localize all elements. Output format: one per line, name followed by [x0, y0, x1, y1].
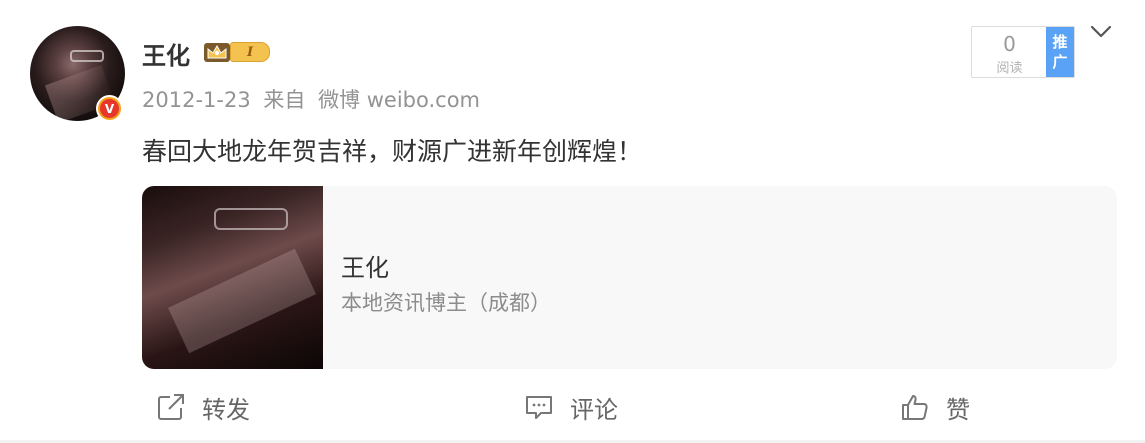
like-button[interactable]: 赞	[900, 384, 970, 430]
author-name[interactable]: 王化	[142, 36, 190, 71]
promote-button[interactable]: 推广	[1046, 27, 1074, 77]
like-label: 赞	[946, 395, 970, 424]
comment-label: 评论	[570, 395, 618, 424]
read-count: 0	[1003, 32, 1016, 56]
action-bar: 转发 评论 赞	[0, 384, 1145, 430]
forward-icon	[158, 394, 184, 420]
user-level-badge[interactable]: I	[230, 42, 270, 62]
post-date[interactable]: 2012-1-23	[142, 88, 251, 112]
thumbnail-shading	[167, 248, 317, 354]
verified-badge-label: V	[100, 99, 119, 118]
crown-icon	[204, 43, 230, 62]
comment-icon	[526, 396, 552, 419]
profile-card[interactable]: 王化 本地资讯博主（成都）	[142, 186, 1117, 369]
read-count-box[interactable]: 0 阅读 推广	[971, 26, 1075, 78]
forward-label: 转发	[202, 395, 250, 424]
source-prefix: 来自	[263, 88, 306, 112]
chevron-down-icon[interactable]	[1090, 24, 1112, 40]
post-meta: 2012-1-23 来自 微博 weibo.com	[142, 84, 486, 114]
post-source[interactable]: 微博 weibo.com	[318, 88, 480, 112]
like-icon	[902, 395, 928, 420]
forward-button[interactable]: 转发	[156, 384, 250, 430]
promote-label: 推广	[1052, 33, 1068, 71]
verified-badge: V	[96, 95, 123, 122]
read-label: 阅读	[996, 61, 1023, 76]
card-subtitle: 本地资讯博主（成都）	[341, 291, 551, 315]
avatar-glasses	[70, 50, 104, 62]
card-title: 王化	[341, 254, 389, 282]
card-thumbnail	[142, 186, 323, 369]
post-text: 春回大地龙年贺吉祥，财源广进新年创辉煌！	[142, 137, 643, 166]
comment-button[interactable]: 评论	[524, 384, 618, 430]
thumbnail-glasses	[214, 208, 288, 230]
